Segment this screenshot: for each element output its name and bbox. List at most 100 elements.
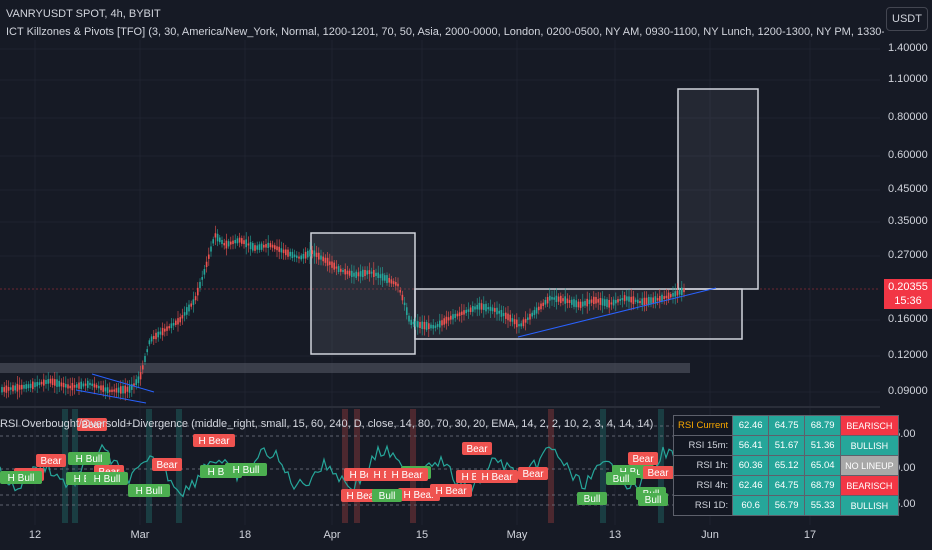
candle-body [467, 309, 470, 312]
candle-body [291, 251, 294, 259]
rsi-indicator-title[interactable]: RSI Overbought/Oversold+Divergence (midd… [0, 418, 653, 430]
rsi-value-cell: 65.04 [804, 455, 842, 476]
candle-body [7, 387, 10, 391]
time-tick: 12 [28, 529, 42, 541]
candle-body [443, 318, 445, 325]
candle-body [346, 270, 349, 275]
candle-body [531, 312, 533, 317]
candle-body [157, 331, 159, 338]
candle-body [34, 382, 36, 388]
rsi-table-row: RSI 4h: 62.46 64.75 68.79 BEARISCH [672, 475, 899, 496]
candle-body [16, 383, 19, 392]
candle-body [593, 296, 595, 305]
candle-body [117, 387, 120, 393]
candle-body [230, 241, 232, 245]
candle-body [260, 243, 263, 250]
rsi-value-cell: 56.41 [732, 435, 770, 456]
candle-body [538, 306, 540, 311]
rsi-row-label: RSI 1D: [672, 495, 734, 516]
candle-body [560, 295, 562, 304]
divergence-label: Bear [628, 452, 658, 465]
candle-body [524, 318, 527, 323]
candle-body [331, 261, 333, 268]
candle-body [502, 313, 505, 317]
rsi-value-cell: 60.36 [732, 455, 770, 476]
divergence-label-text: H Bull [76, 454, 103, 465]
candle-body [89, 382, 91, 386]
price-tick: 0.09000 [888, 385, 928, 397]
candle-body [60, 382, 63, 387]
candle-body [326, 257, 329, 266]
candle-body [335, 266, 338, 269]
candle-body [214, 233, 217, 238]
candle-body [584, 301, 586, 306]
candle-body [342, 269, 344, 273]
candle-body [619, 298, 621, 301]
candle-body [652, 297, 654, 303]
divergence-label: H Bear [476, 470, 518, 483]
candle-body [254, 245, 256, 251]
candle-body [520, 323, 522, 327]
candle-body [98, 385, 100, 389]
candle-body [100, 385, 102, 391]
candle-body [133, 383, 135, 386]
divergence-label: Bear [36, 454, 66, 467]
candle-body [82, 383, 85, 387]
candle-body [285, 249, 287, 256]
candle-body [421, 321, 423, 330]
candle-body [256, 245, 258, 250]
candle-body [164, 328, 166, 332]
candle-body [175, 320, 177, 325]
divergence-labels: Bear Bear H Bear Bear Bear Bear H Bull H Bull H … [0, 418, 682, 506]
candle-body [674, 291, 676, 297]
pivot-box [677, 88, 759, 290]
rsi-table-row: RSI Current 62.46 64.75 68.79 BEARISCH [672, 415, 899, 436]
candle-body [432, 324, 434, 329]
rsi-value-cell: 64.75 [768, 475, 806, 496]
time-tick: 17 [803, 529, 817, 541]
candle-body [436, 324, 439, 327]
candle-body [445, 316, 448, 324]
candle-body [67, 384, 69, 389]
candle-body [199, 281, 201, 289]
candle-body [474, 306, 476, 310]
candle-body [177, 318, 179, 325]
rsi-value-cell: 62.46 [732, 475, 770, 496]
candle-body [403, 302, 406, 306]
candle-body [197, 287, 199, 296]
candle-body [410, 319, 412, 325]
candle-body [425, 321, 428, 330]
candle-body [65, 383, 67, 388]
candle-body [676, 290, 679, 296]
divergence-label: H Bull [128, 484, 170, 497]
rsi-status-cell: BEARISCH [840, 475, 899, 496]
candle-body [142, 365, 144, 370]
rsi-row-label: RSI 1h: [672, 455, 734, 476]
candle-body [430, 324, 432, 329]
divergence-label: Bull [577, 492, 607, 505]
candle-body [595, 297, 597, 304]
candle-body [309, 249, 311, 257]
candle-body [599, 297, 602, 305]
time-tick: 18 [238, 529, 252, 541]
candle-body [417, 321, 419, 328]
candle-body [408, 315, 410, 322]
candle-body [271, 244, 274, 248]
currency-button[interactable]: USDT [886, 7, 928, 31]
candle-body [632, 296, 635, 305]
candle-body [480, 303, 483, 310]
candle-body [414, 320, 417, 327]
candle-body [579, 301, 582, 308]
divergence-label-text: H Bull [233, 465, 260, 476]
price-tick: 1.10000 [888, 73, 928, 85]
candle-body [678, 289, 681, 295]
candle-body [113, 389, 115, 392]
indicator-legend[interactable]: ICT Killzones & Pivots [TFO] (3, 30, Ame… [6, 26, 884, 38]
current-price-tag: 0.20355 15:36 [884, 279, 932, 309]
candle-body [225, 240, 228, 249]
candle-body [161, 327, 164, 336]
divergence-label-text: Bear [647, 468, 669, 479]
candle-body [234, 239, 236, 244]
symbol-title[interactable]: VANRYUSDT SPOT, 4h, BYBIT [6, 8, 161, 20]
candle-body [428, 323, 430, 330]
